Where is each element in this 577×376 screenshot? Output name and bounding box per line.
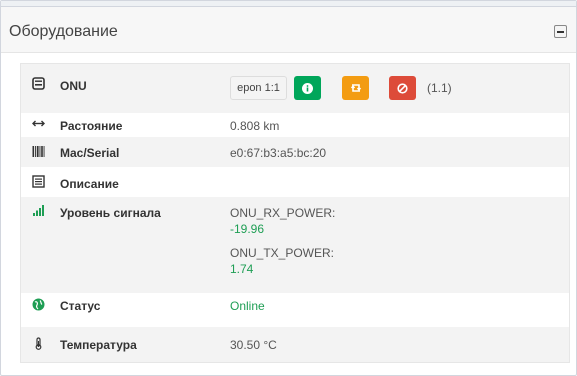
delete-button[interactable]: [389, 76, 416, 100]
rx-power-value: -19.96: [230, 222, 265, 236]
globe-icon: [32, 298, 45, 314]
table-row-distance: Растояние 0.808 km: [21, 113, 569, 137]
equipment-table: ONU epon 1:1 (1.1) Растояние 0.808 km Ma…: [20, 63, 570, 363]
onu-label: ONU: [60, 79, 87, 93]
ban-icon: [397, 82, 408, 94]
minus-icon: [557, 30, 564, 33]
info-icon: [302, 82, 313, 94]
onu-index: (1.1): [427, 81, 452, 95]
distance-label: Растояние: [60, 119, 123, 133]
mac-label: Mac/Serial: [60, 146, 120, 160]
distance-value: 0.808 km: [230, 119, 280, 133]
collapse-button[interactable]: [554, 25, 567, 38]
signal-label: Уровень сигнала: [60, 206, 161, 220]
mac-value: e0:67:b3:a5:bc:20: [230, 146, 327, 160]
barcode-icon: [32, 145, 45, 161]
thermometer-icon: [32, 337, 45, 353]
epon-type-button[interactable]: epon 1:1: [230, 76, 287, 100]
panel-title: Оборудование: [9, 23, 118, 40]
table-row-temperature: Температура 30.50 °C: [21, 327, 569, 362]
tx-power-value: 1.74: [230, 262, 254, 276]
description-label: Описание: [60, 177, 119, 191]
signal-bars-icon: [32, 204, 45, 220]
status-label: Статус: [60, 299, 101, 313]
tx-power-label: ONU_TX_POWER:: [230, 246, 335, 260]
panel-header: Оборудование: [1, 7, 576, 53]
table-row-mac: Mac/Serial e0:67:b3:a5:bc:20: [21, 137, 569, 167]
rx-power-label: ONU_RX_POWER:: [230, 206, 336, 220]
hdd-icon: [32, 77, 45, 93]
table-row-onu: ONU epon 1:1 (1.1): [21, 64, 569, 113]
status-value: Online: [230, 299, 265, 313]
table-row-status: Статус Online: [21, 293, 569, 327]
list-alt-icon: [32, 175, 45, 191]
equipment-panel: Оборудование ONU epon 1:1 (1.1) Растояни…: [0, 0, 577, 376]
table-row-description: Описание: [21, 167, 569, 197]
temperature-value: 30.50 °C: [230, 338, 277, 352]
table-row-signal: Уровень сигнала ONU_RX_POWER: -19.96 ONU…: [21, 197, 569, 293]
arrows-horizontal-icon: [32, 117, 45, 133]
retweet-icon: [350, 83, 362, 93]
reboot-button[interactable]: [342, 76, 369, 100]
info-button[interactable]: [294, 76, 321, 100]
temperature-label: Температура: [60, 338, 137, 352]
